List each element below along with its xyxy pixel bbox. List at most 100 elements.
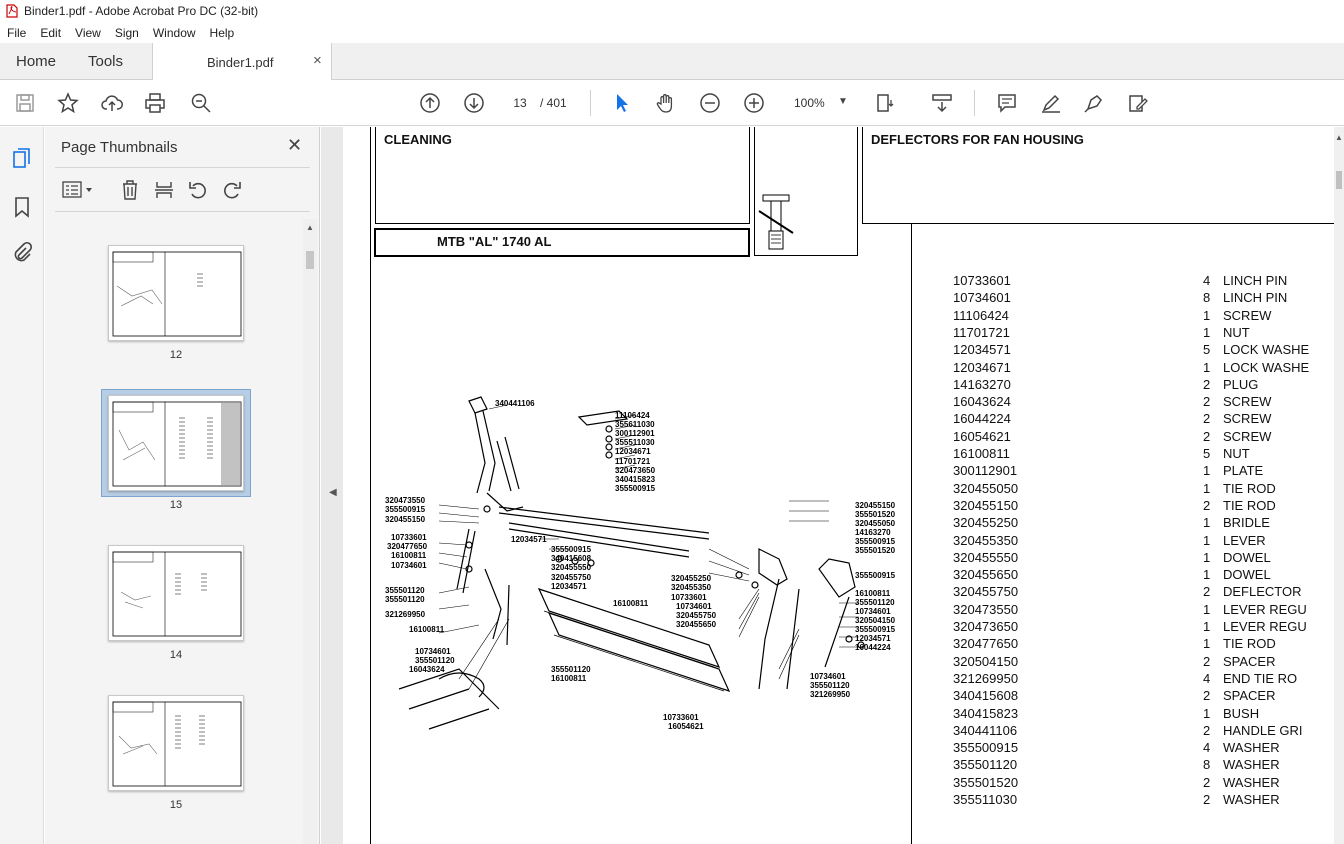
part-description: SPACER <box>1223 653 1276 669</box>
panel-collapse-handle[interactable]: ◀ <box>321 127 343 844</box>
scroll-mode-icon[interactable] <box>930 91 954 115</box>
menu-help[interactable]: Help <box>210 26 235 40</box>
tab-document-label: Binder1.pdf <box>207 55 274 70</box>
bookmark-star-icon[interactable] <box>56 91 80 115</box>
parts-list-row: 16044224 2 SCREW <box>343 410 1334 427</box>
part-description: DOWEL <box>1223 549 1271 565</box>
tab-home[interactable]: Home <box>16 53 56 70</box>
comment-icon[interactable] <box>995 91 1019 115</box>
document-view: CLEANING MTB "AL" 1740 AL DEFLECTORS FOR… <box>343 127 1334 844</box>
parts-list-row: 320455650 1 DOWEL <box>343 566 1334 583</box>
part-quantity: 1 <box>1203 463 1211 479</box>
tab-tools[interactable]: Tools <box>88 53 123 70</box>
delete-icon[interactable] <box>119 179 141 201</box>
part-description: PLATE <box>1223 463 1264 479</box>
part-number: 320504150 <box>953 653 1019 669</box>
collapse-arrow-icon[interactable]: ◀ <box>329 487 337 498</box>
scroll-up-icon[interactable]: ▲ <box>306 223 314 232</box>
part-number: 355501520 <box>953 774 1019 790</box>
part-quantity: 2 <box>1203 774 1211 790</box>
parts-list-row: 16043624 2 SCREW <box>343 393 1334 410</box>
document-scrollbar[interactable]: ▲ <box>1334 127 1344 844</box>
page-number-input[interactable] <box>504 92 536 114</box>
options-menu-icon[interactable] <box>61 179 95 201</box>
scroll-thumb[interactable] <box>306 251 314 269</box>
part-number: 16100811 <box>953 446 1010 461</box>
menu-edit[interactable]: Edit <box>40 26 61 40</box>
chevron-down-icon[interactable]: ▼ <box>838 96 848 107</box>
select-cursor-icon[interactable] <box>610 91 634 115</box>
extract-pages-icon[interactable] <box>153 179 175 201</box>
part-number: 16044224 <box>953 411 1011 427</box>
zoom-in-icon[interactable] <box>742 91 766 115</box>
page-thumbnail-13[interactable] <box>108 395 244 491</box>
lubrication-symbol-icon <box>758 194 794 250</box>
save-icon[interactable] <box>13 91 37 115</box>
rotate-right-icon[interactable] <box>221 179 243 201</box>
zoom-search-icon[interactable] <box>189 91 213 115</box>
part-quantity: 2 <box>1203 722 1211 738</box>
part-description: END TIE RO <box>1223 670 1298 686</box>
part-number: 320473550 <box>953 601 1019 617</box>
zoom-value[interactable]: 100% <box>794 96 825 110</box>
close-icon[interactable]: ✕ <box>287 135 302 156</box>
part-description: SCREW <box>1223 411 1272 427</box>
part-number: 11106424 <box>953 307 1009 323</box>
page-thumbnail-14[interactable] <box>108 545 244 641</box>
menu-file[interactable]: File <box>7 26 26 40</box>
page-thumbnail-12[interactable] <box>108 245 244 341</box>
part-description: SPACER <box>1223 688 1276 704</box>
zoom-out-icon[interactable] <box>698 91 722 115</box>
part-quantity: 1 <box>1203 324 1211 340</box>
page-fit-icon[interactable] <box>874 91 898 115</box>
rotate-left-icon[interactable] <box>187 179 209 201</box>
draw-sign-icon[interactable] <box>1082 91 1106 115</box>
scroll-thumb[interactable] <box>1336 171 1342 189</box>
tab-document[interactable]: Binder1.pdf × <box>152 43 332 80</box>
highlight-pen-icon[interactable] <box>1039 91 1063 115</box>
attachment-icon[interactable] <box>10 241 34 265</box>
thumbnail-scrollbar[interactable]: ▲ <box>303 219 317 844</box>
section-title: DEFLECTORS FOR FAN HOUSING <box>871 132 1084 147</box>
part-description: DEFLECTOR <box>1223 584 1302 600</box>
part-quantity: 5 <box>1203 342 1211 358</box>
menu-window[interactable]: Window <box>153 26 196 40</box>
tab-close-icon[interactable]: × <box>313 52 322 69</box>
previous-page-icon[interactable] <box>418 91 442 115</box>
part-description: LEVER REGU <box>1223 601 1307 617</box>
part-description: WASHER <box>1223 757 1280 773</box>
print-icon[interactable] <box>143 91 167 115</box>
page-thumbnails-icon[interactable] <box>10 147 34 171</box>
bookmark-icon[interactable] <box>10 195 34 219</box>
part-quantity: 1 <box>1203 601 1211 617</box>
page-thumbnail-15[interactable] <box>108 695 244 791</box>
part-number: 10733601 <box>953 273 1011 288</box>
page-number-label: 14 <box>169 649 183 661</box>
part-description: LEVER REGU <box>1223 619 1307 634</box>
part-number: 320455250 <box>953 515 1019 531</box>
parts-list-row: 320455350 1 LEVER <box>343 532 1334 549</box>
scroll-up-icon[interactable]: ▲ <box>1335 133 1343 142</box>
parts-list-row: 320473550 1 LEVER REGU <box>343 601 1334 618</box>
part-quantity: 8 <box>1203 757 1211 773</box>
part-number: 320477650 <box>953 636 1019 652</box>
part-description: DOWEL <box>1223 567 1271 583</box>
next-page-icon[interactable] <box>462 91 486 115</box>
parts-list-row: 10733601 4 LINCH PIN <box>343 272 1334 289</box>
page-number-label: 15 <box>169 799 183 811</box>
parts-list-row: 355501520 2 WASHER <box>343 774 1334 791</box>
part-number: 16043624 <box>953 394 1011 410</box>
parts-list-row: 320473650 1 LEVER REGU <box>343 618 1334 635</box>
part-description: NUT <box>1223 324 1250 340</box>
part-number: 320455650 <box>953 567 1019 583</box>
hand-tool-icon[interactable] <box>654 91 678 115</box>
fill-sign-icon[interactable] <box>1126 91 1150 115</box>
menu-sign[interactable]: Sign <box>115 26 139 40</box>
tab-bar: Home Tools Binder1.pdf × <box>0 43 1344 80</box>
menu-view[interactable]: View <box>75 26 101 40</box>
upload-cloud-icon[interactable] <box>100 91 124 115</box>
part-description: SCREW <box>1223 428 1272 444</box>
page-total: / 401 <box>540 96 567 110</box>
panel-title: Page Thumbnails <box>61 139 178 156</box>
parts-list-row: 320455550 1 DOWEL <box>343 549 1334 566</box>
